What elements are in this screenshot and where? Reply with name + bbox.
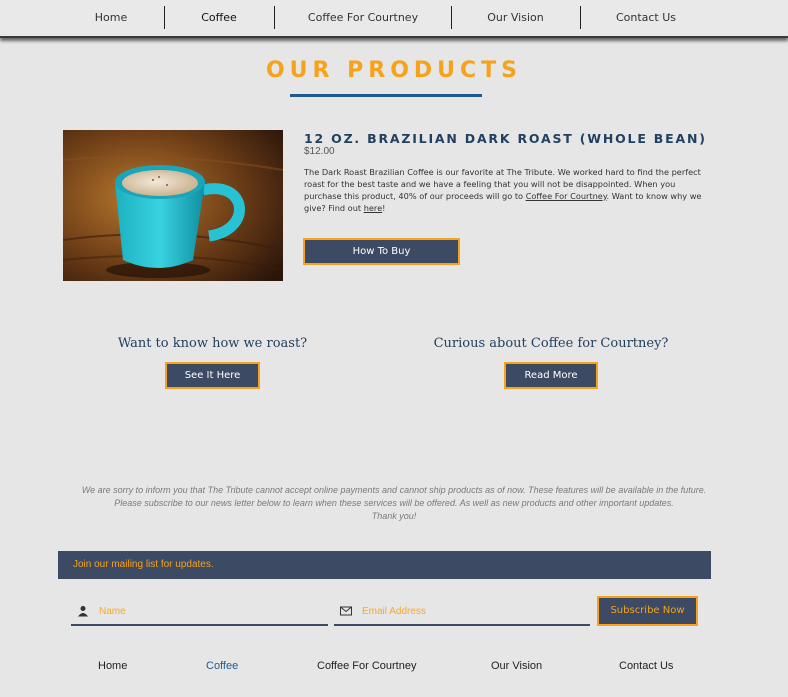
roast-heading: Want to know how we roast? [117, 336, 308, 351]
name-field [71, 596, 328, 626]
footer-nav-coffee-for-courtney[interactable]: Coffee For Courtney [317, 660, 416, 672]
nav-divider [274, 6, 275, 29]
envelope-icon [340, 604, 352, 616]
notice-line: Please subscribe to our news letter belo… [114, 498, 674, 508]
nav-divider [164, 6, 165, 29]
title-underline [290, 94, 482, 97]
payment-notice: We are sorry to inform you that The Trib… [40, 484, 748, 523]
product-name: 12 OZ. BRAZILIAN DARK ROAST (WHOLE BEAN) [304, 131, 707, 146]
footer-nav-contact-us[interactable]: Contact Us [619, 660, 673, 672]
read-more-button[interactable]: Read More [504, 362, 598, 389]
mailing-list-header: Join our mailing list for updates. [58, 551, 711, 579]
footer-nav-coffee[interactable]: Coffee [206, 660, 238, 672]
nav-our-vision[interactable]: Our Vision [453, 5, 578, 30]
product-description: The Dark Roast Brazilian Coffee is our f… [304, 166, 714, 214]
see-it-here-button[interactable]: See It Here [165, 362, 260, 389]
product-price: $12.00 [304, 146, 335, 157]
notice-line: Thank you! [371, 511, 417, 521]
footer-nav-home[interactable]: Home [98, 660, 127, 672]
notice-line: We are sorry to inform you that The Trib… [81, 485, 707, 495]
email-input[interactable] [360, 600, 564, 622]
user-icon [77, 604, 89, 617]
how-to-buy-button[interactable]: How To Buy [303, 238, 460, 265]
nav-coffee-for-courtney[interactable]: Coffee For Courtney [276, 5, 450, 30]
description-text: ! [382, 203, 386, 213]
nav-home[interactable]: Home [60, 5, 162, 30]
footer-nav-our-vision[interactable]: Our Vision [491, 660, 542, 672]
page-title: OUR PRODUCTS [265, 58, 523, 83]
nav-coffee[interactable]: Coffee [166, 5, 272, 30]
nav-divider [580, 6, 581, 29]
courtney-heading: Curious about Coffee for Courtney? [433, 336, 669, 351]
product-image [63, 130, 283, 281]
nav-contact-us[interactable]: Contact Us [582, 5, 710, 30]
name-input[interactable] [97, 600, 301, 622]
subscribe-now-button[interactable]: Subscribe Now [597, 596, 698, 626]
coffee-for-courtney-link[interactable]: Coffee For Courtney [526, 191, 607, 201]
top-navigation: Home Coffee Coffee For Courtney Our Visi… [0, 0, 788, 38]
nav-divider [451, 6, 452, 29]
find-out-here-link[interactable]: here [364, 203, 382, 213]
email-field [334, 596, 590, 626]
coffee-mug-illustration [63, 130, 283, 281]
